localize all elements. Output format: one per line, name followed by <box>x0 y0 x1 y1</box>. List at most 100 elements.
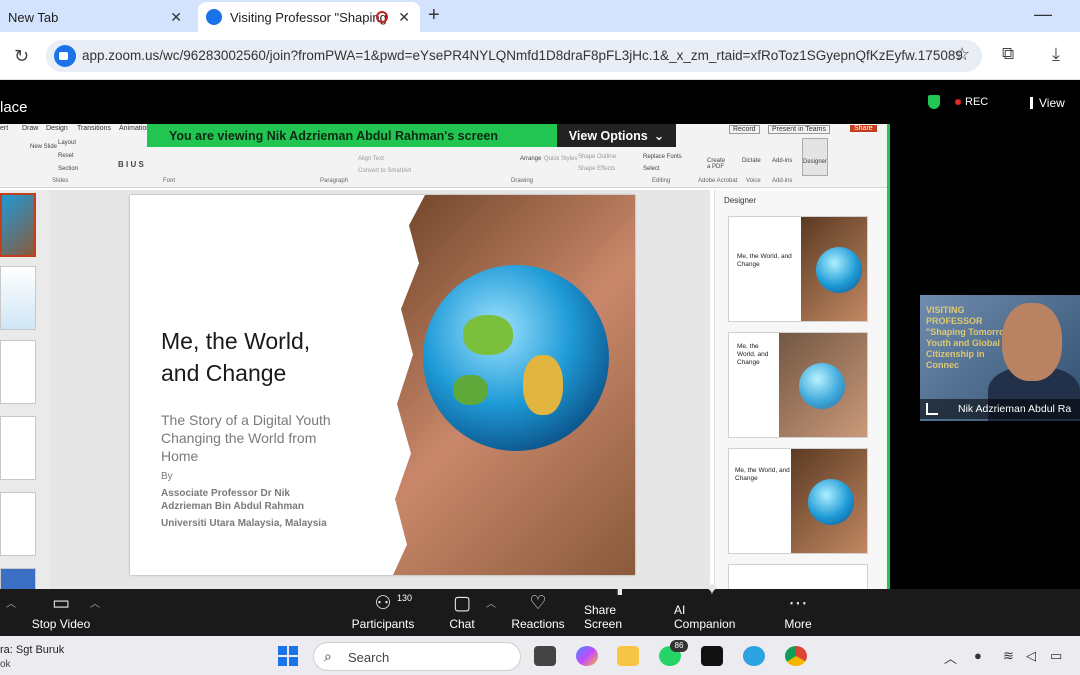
puzzle-icon[interactable]: ⧉ <box>1002 44 1014 64</box>
designer-title: Designer <box>724 196 757 205</box>
ribbon-item: New Slide <box>30 144 58 150</box>
ribbon-group-label: Voice <box>746 178 761 184</box>
chevron-up-icon[interactable]: ︿ <box>486 595 496 610</box>
designer-card <box>728 564 868 590</box>
url-text[interactable]: app.zoom.us/wc/96283002560/join?fromPWA=… <box>82 48 962 63</box>
participants-label: Participants <box>351 617 415 631</box>
ribbon-item: Arrange <box>520 156 542 162</box>
reload-icon[interactable]: ↻ <box>14 46 29 67</box>
view-options-label: View Options <box>568 128 648 143</box>
ribbon-item: Dictate <box>742 158 761 164</box>
view-button[interactable]: View <box>1030 96 1065 110</box>
font-bold-icon: B I U S <box>118 160 144 169</box>
tab-visiting-professor[interactable]: Visiting Professor "Shaping ✕ <box>198 2 420 32</box>
ribbon-tab: Draw <box>22 125 39 132</box>
ribbon-group-label: Paragraph <box>320 178 349 184</box>
site-info-icon[interactable] <box>54 45 76 67</box>
windows-taskbar: ra: Sgt Buruk ok ⌕ Search 86 ︿ ● ≋ ◁ ▭ <box>0 636 1080 675</box>
slide-title-line: and Change <box>161 360 287 386</box>
designer-card: Me, the World, and Change <box>728 332 868 438</box>
slide-title: Me, the World, and Change <box>161 325 310 389</box>
chat-icon: ▢ <box>453 593 471 614</box>
minimize-button[interactable]: — <box>1034 4 1052 25</box>
ribbon-group-label: Font <box>163 178 176 184</box>
battery-icon[interactable]: ▭ <box>1050 648 1062 664</box>
slide-thumbnail <box>0 568 36 590</box>
present-in-teams-button: Present in Teams <box>768 125 830 134</box>
folder-icon[interactable] <box>617 646 639 666</box>
designer-card-title: Me, the World, and Change <box>737 343 769 366</box>
slide-thumbnail <box>0 416 36 480</box>
chat-label: Chat <box>449 617 475 631</box>
slide-by: By <box>161 471 173 482</box>
globe-in-hands-photo <box>385 195 635 575</box>
stop-video-button[interactable]: ▭ Stop Video <box>26 589 96 636</box>
ribbon-item: Quick Styles <box>544 156 578 162</box>
ribbon-item: Replace Fonts <box>643 154 682 160</box>
rec-dot-icon <box>955 99 961 105</box>
ribbon-tab: ert <box>0 125 9 132</box>
tab-label: Visiting Professor "Shaping <box>230 9 387 25</box>
search-icon: ⌕ <box>324 648 332 664</box>
slide-thumbnail <box>0 193 36 257</box>
rec-indicator[interactable]: REC <box>955 96 988 108</box>
record-button: Record <box>729 125 760 134</box>
chevron-up-icon[interactable]: ︿ <box>944 648 957 667</box>
ribbon-group-label: Add-ins <box>772 178 793 184</box>
download-icon[interactable]: ⤓ <box>1052 44 1060 65</box>
browser-tab-bar: New Tab ✕ Visiting Professor "Shaping ✕ … <box>0 0 1080 32</box>
ribbon-group-label: Editing <box>652 178 671 184</box>
browser-toolbar: ↻ app.zoom.us/wc/96283002560/join?fromPW… <box>0 32 1080 80</box>
ppt-share-button: Share <box>850 125 877 132</box>
tab-new-tab[interactable]: New Tab ✕ <box>0 2 192 32</box>
slide-thumbnail <box>0 340 36 404</box>
participant-face <box>1002 303 1062 381</box>
ai-companion-button[interactable]: ✦ AI Companion <box>674 579 750 636</box>
telegram-icon[interactable] <box>743 646 765 666</box>
ribbon-group-label: Adobe Acrobat <box>698 178 738 184</box>
copilot-icon[interactable] <box>576 646 598 666</box>
chat-button[interactable]: ▢ Chat <box>442 589 482 636</box>
taskbar-search[interactable]: ⌕ Search <box>313 642 521 671</box>
speaker-icon[interactable]: ◁ <box>1026 648 1036 664</box>
capcut-icon[interactable] <box>701 646 723 666</box>
weather-text[interactable]: ra: Sgt Buruk <box>0 644 64 656</box>
shield-icon[interactable] <box>928 95 940 109</box>
task-view-icon[interactable] <box>534 646 556 666</box>
slide-thumbnail <box>0 492 36 556</box>
share-screen-button[interactable]: ⬆ Share Screen <box>584 579 656 636</box>
tab-close-icon[interactable]: ✕ <box>170 9 182 26</box>
more-label: More <box>784 617 812 631</box>
microphone-icon[interactable]: ● <box>974 648 982 663</box>
participant-video[interactable]: VISITING PROFESSOR "Shaping Tomorrow: Yo… <box>920 295 1080 421</box>
ribbon-item: Align Text <box>358 156 384 162</box>
wifi-icon[interactable]: ≋ <box>1003 648 1014 664</box>
ribbon-item: Convert to SmartArt <box>358 168 412 174</box>
view-options-button[interactable]: View Options ⌄ <box>557 124 676 147</box>
recording-indicator-icon <box>376 11 388 23</box>
windows-start-icon[interactable] <box>278 646 298 666</box>
chevron-up-icon[interactable]: ︿ <box>6 595 16 610</box>
ribbon-item: Reset <box>58 153 74 159</box>
chrome-icon[interactable] <box>785 646 807 666</box>
chevron-up-icon[interactable]: ︿ <box>90 595 100 610</box>
sparkle-icon: ✦ <box>704 579 720 600</box>
slide-thumbnails <box>0 190 50 590</box>
heart-icon: ♡ <box>529 593 547 614</box>
address-bar[interactable]: app.zoom.us/wc/96283002560/join?fromPWA=… <box>46 40 982 72</box>
ribbon-item: Shape Effects <box>578 166 616 172</box>
new-tab-button[interactable]: + <box>428 4 440 27</box>
share-screen-label: Share Screen <box>584 603 623 631</box>
rec-label: REC <box>965 96 989 108</box>
slide-university: Universiti Utara Malaysia, Malaysia <box>161 518 327 529</box>
tab-close-icon[interactable]: ✕ <box>398 9 410 26</box>
star-icon[interactable]: ☆ <box>954 44 970 65</box>
slide-title-line: Me, the World, <box>161 328 311 354</box>
ribbon-item: Create a PDF <box>707 158 726 170</box>
ai-companion-label: AI Companion <box>674 603 736 631</box>
slide-author: Associate Professor Dr Nik Adzrieman Bin… <box>161 488 304 512</box>
more-button[interactable]: ⋯ More <box>778 589 818 636</box>
reactions-button[interactable]: ♡ Reactions <box>510 589 566 636</box>
ribbon-group-label: Slides <box>52 178 69 184</box>
meeting-view: lace REC View ert Draw Design Transition… <box>0 81 1080 590</box>
